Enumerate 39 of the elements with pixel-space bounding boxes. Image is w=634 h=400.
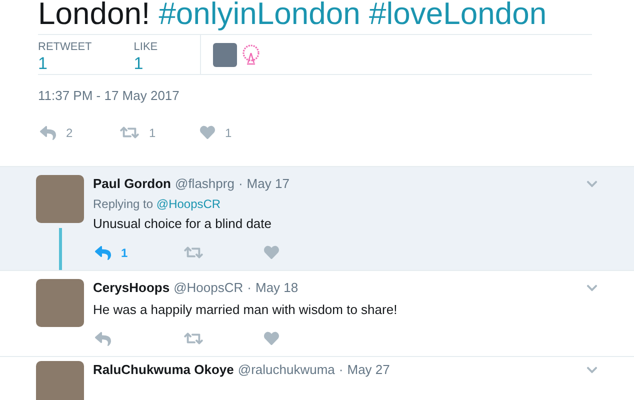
chevron-down-icon[interactable] [586, 364, 598, 376]
chevron-down-icon[interactable] [586, 282, 598, 294]
reply-date[interactable]: May 18 [255, 279, 298, 297]
reply-button[interactable] [95, 330, 111, 346]
user-name[interactable]: Paul Gordon [93, 175, 171, 193]
mention-link[interactable]: @HoopsCR [156, 197, 221, 211]
tweet-text: London! #onlyinLondon #loveLondon [38, 0, 548, 33]
user-handle[interactable]: @raluchukwuma [238, 361, 335, 379]
tweet-timestamp: 11:37 PM - 17 May 2017 [38, 87, 180, 105]
reply-text: He was a happily married man with wisdom to share! [93, 301, 398, 319]
avatar-placeholder[interactable] [213, 42, 237, 66]
stat-count[interactable]: 1 [38, 54, 92, 74]
action-count: 2 [66, 126, 73, 140]
stat-label: RETWEET [38, 40, 92, 54]
stat-label: LIKE [134, 40, 158, 54]
reply-date[interactable]: May 17 [246, 175, 290, 193]
user-handle[interactable]: @HoopsCR [174, 279, 244, 297]
heart-button[interactable] [200, 125, 215, 140]
chevron-down-icon[interactable] [586, 178, 598, 190]
action-count: 1 [149, 126, 156, 140]
heart-button[interactable] [264, 245, 279, 260]
replying-to-text: Replying to @HoopsCR [93, 197, 222, 211]
user-name[interactable]: RaluChukwuma Okoye [93, 361, 234, 379]
reply-text: Unusual choice for a blind date [93, 215, 273, 233]
hashtag-link[interactable]: #loveLondon [369, 0, 547, 31]
separator-dot: · [338, 361, 344, 379]
heart-button[interactable] [264, 331, 279, 346]
action-count: 1 [225, 126, 232, 140]
separator-dot: · [247, 279, 252, 297]
reply-date[interactable]: May 27 [347, 361, 390, 379]
hashtag-link[interactable]: #onlyinLondon [158, 0, 360, 31]
stat-count[interactable]: 1 [134, 54, 158, 74]
user-name[interactable]: CerysHoops [93, 279, 170, 297]
user-handle[interactable]: @flashprg [175, 175, 234, 193]
ferris-wheel-icon[interactable] [241, 44, 261, 66]
separator-dot: · [238, 175, 243, 193]
reply-button[interactable] [40, 124, 56, 140]
reply-button[interactable] [95, 244, 111, 260]
action-count: 1 [121, 246, 128, 260]
